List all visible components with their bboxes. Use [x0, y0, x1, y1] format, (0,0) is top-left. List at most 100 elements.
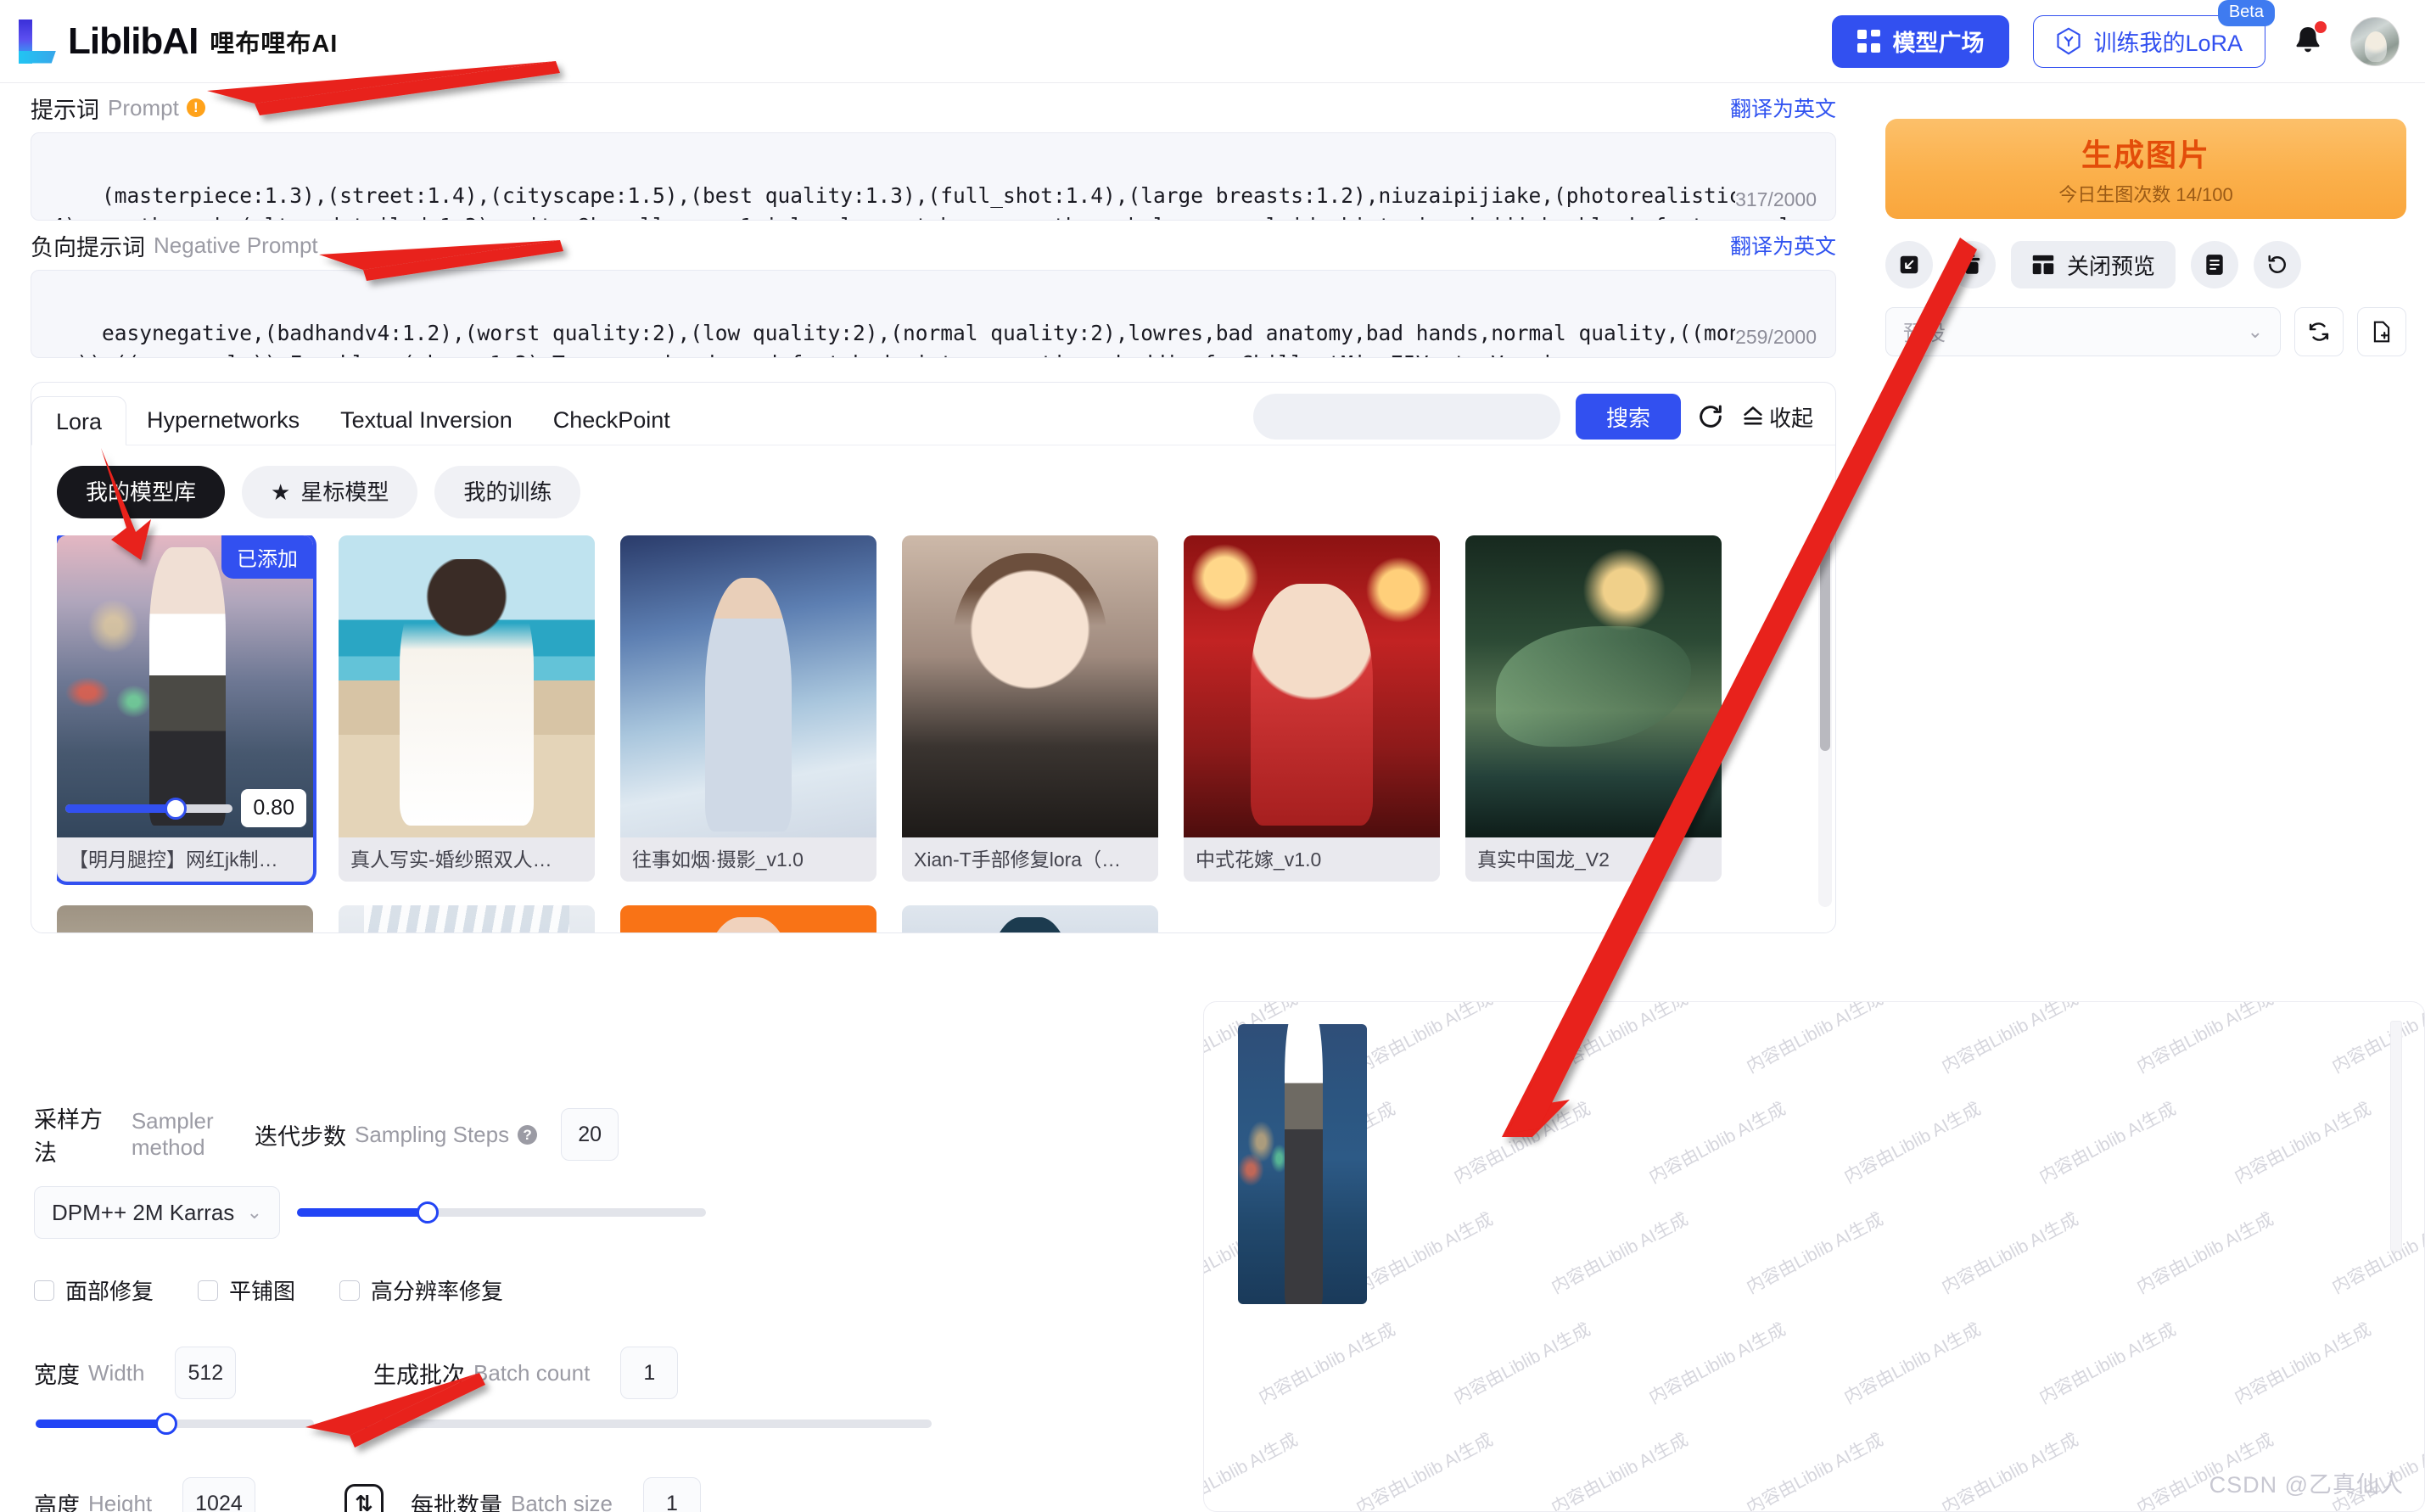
model-tile[interactable] — [902, 905, 1158, 932]
negative-prompt-input[interactable]: easynegative,(badhandv4:1.2),(worst qual… — [31, 270, 1836, 358]
toggle-preview-button[interactable]: 关闭预览 — [2011, 241, 2176, 288]
prompt-label-row: 提示词 Prompt ! 翻译为英文 — [0, 83, 1867, 132]
height-label-row: 高度 Height 1024 — [34, 1477, 339, 1512]
train-lora-button[interactable]: 训练我的LoRA Beta — [2033, 0, 2275, 68]
height-label-en: Height — [88, 1490, 153, 1512]
tab-lora[interactable]: Lora — [31, 396, 127, 445]
help-icon[interactable]: ? — [518, 1124, 538, 1145]
model-thumbnail — [902, 905, 1158, 932]
batch-count-label-row: 生成批次 Batch count 1 — [373, 1347, 679, 1399]
negative-prompt-counter: 259/2000 — [1735, 322, 1817, 352]
new-file-icon — [2373, 321, 2390, 343]
model-thumbnail — [339, 905, 595, 932]
chip-my-models[interactable]: 我的模型库 — [57, 466, 226, 518]
watermark-text: 内容由Liblib AI生成 — [1741, 1206, 1887, 1299]
width-label-row: 宽度 Width 512 — [34, 1347, 339, 1399]
negative-prompt-label-row: 负向提示词 Negative Prompt 翻译为英文 — [0, 221, 1867, 270]
preset-select[interactable]: 预设 ⌄ — [1885, 307, 2281, 356]
prompt-translate-link[interactable]: 翻译为英文 — [1730, 92, 1836, 123]
width-value[interactable]: 512 — [175, 1347, 237, 1399]
checkbox-hires-fix[interactable]: 高分辨率修复 — [339, 1274, 503, 1306]
model-tile[interactable] — [620, 905, 876, 932]
brand-logo[interactable]: LiblibAI 哩布哩布AI — [15, 18, 338, 65]
watermark-text: 内容由Liblib AI生成 — [2034, 1316, 2180, 1409]
chip-my-training[interactable]: 我的训练 — [434, 466, 581, 518]
swap-dimensions-button[interactable]: ⇅ — [344, 1484, 384, 1512]
chip-starred-models[interactable]: ★ 星标模型 — [242, 466, 418, 518]
watermark-text: 内容由Liblib AI生成 — [1353, 1002, 1497, 1078]
chip-my-training-label: 我的训练 — [463, 479, 552, 505]
steps-slider[interactable] — [297, 1201, 706, 1224]
width-label-cn: 宽度 — [34, 1362, 80, 1388]
checkbox-tiling[interactable]: 平铺图 — [198, 1274, 295, 1306]
user-avatar[interactable] — [2350, 16, 2400, 66]
height-value[interactable]: 1024 — [182, 1477, 255, 1512]
model-name: 中式花嫁_v1.0 — [1184, 837, 1440, 882]
watermark-text: 内容由Liblib AI生成 — [1204, 1426, 1302, 1511]
param-checkboxes: 面部修复 平铺图 高分辨率修复 — [34, 1274, 1188, 1306]
preview-toolbar: 关闭预览 — [1885, 241, 2406, 288]
collapse-models-button[interactable]: 收起 — [1740, 401, 1813, 433]
scrollbar-thumb[interactable] — [1820, 539, 1830, 751]
model-tile[interactable] — [339, 905, 595, 932]
lora-weight-value[interactable]: 0.80 — [241, 789, 306, 827]
watermark-text: 内容由Liblib AI生成 — [1351, 1426, 1497, 1511]
steps-value[interactable]: 20 — [561, 1108, 619, 1161]
width-slider[interactable] — [36, 1413, 314, 1435]
batch-size-value[interactable]: 1 — [642, 1477, 701, 1512]
model-market-label: 模型广场 — [1892, 31, 1985, 56]
prompt-text: (masterpiece:1.3),(street:1.4),(cityscap… — [52, 183, 1804, 220]
batch-count-value[interactable]: 1 — [620, 1347, 679, 1399]
toggle-preview-label: 关闭预览 — [2067, 253, 2156, 279]
watermark-text: 内容由Liblib AI生成 — [1936, 1206, 2082, 1299]
model-name: 真人写实-婚纱照双人… — [339, 837, 595, 882]
save-params-button[interactable] — [2191, 241, 2239, 288]
generate-quota: 今日生图次数 14/100 — [2058, 184, 2233, 205]
tab-checkpoint[interactable]: CheckPoint — [533, 395, 691, 445]
prompt-label-cn: 提示词 — [31, 97, 99, 123]
clear-button[interactable] — [1948, 241, 1996, 288]
reset-params-button[interactable] — [2254, 241, 2302, 288]
model-gallery-scrollbar[interactable] — [1818, 534, 1832, 907]
model-gallery[interactable]: 已添加 0.80 【明月腿控】网红jk制… 真人写实-婚纱照双人… 往事如烟·摄影_v1… — [57, 535, 1820, 932]
checkbox-box — [198, 1280, 219, 1301]
model-search-input[interactable] — [1252, 394, 1560, 440]
added-badge: 已添加 — [221, 535, 313, 579]
chevron-down-icon: ⌄ — [2247, 321, 2263, 342]
tab-hypernetworks[interactable]: Hypernetworks — [126, 395, 320, 445]
negative-prompt-translate-link[interactable]: 翻译为英文 — [1730, 230, 1836, 260]
model-tile[interactable]: 已添加 0.80 【明月腿控】网红jk制… — [57, 535, 316, 885]
import-icon — [1900, 255, 1918, 274]
import-params-button[interactable] — [1885, 241, 1933, 288]
batch-count-slider[interactable] — [364, 1413, 932, 1435]
model-tile[interactable] — [57, 905, 313, 932]
lora-weight-slider[interactable] — [65, 797, 233, 820]
model-tile[interactable]: Xian-T手部修复lora（… — [902, 535, 1158, 882]
chevron-down-icon: ⌄ — [246, 1201, 262, 1223]
notifications-button[interactable] — [2289, 20, 2327, 62]
generated-image-thumbnail[interactable] — [1238, 1024, 1367, 1304]
preset-refresh-button[interactable] — [2294, 307, 2344, 356]
model-tile[interactable]: 中式花嫁_v1.0 — [1184, 535, 1440, 882]
model-tile[interactable]: 往事如烟·摄影_v1.0 — [620, 535, 876, 882]
swap-icon: ⇅ — [355, 1491, 373, 1512]
trash-icon — [1963, 254, 1980, 274]
prompt-input[interactable]: (masterpiece:1.3),(street:1.4),(cityscap… — [31, 132, 1836, 221]
checkbox-tiling-label: 平铺图 — [229, 1279, 296, 1304]
preset-new-button[interactable] — [2357, 307, 2406, 356]
model-market-button[interactable]: 模型广场 — [1832, 14, 2010, 68]
model-tile[interactable]: 真人写实-婚纱照双人… — [339, 535, 595, 882]
preview-scrollbar[interactable] — [2390, 1021, 2402, 1252]
checkbox-face-restore[interactable]: 面部修复 — [34, 1274, 154, 1306]
model-name: 【明月腿控】网红jk制… — [57, 837, 313, 882]
generate-image-button[interactable]: 生成图片 今日生图次数 14/100 — [1885, 119, 2406, 219]
model-search-button[interactable]: 搜索 — [1575, 394, 1681, 440]
model-tile[interactable]: 真实中国龙_V2 — [1465, 535, 1722, 882]
sampler-select[interactable]: DPM++ 2M Karras ⌄ — [34, 1186, 280, 1239]
batch-count-label-en: Batch count — [473, 1359, 591, 1386]
watermark-layer: 内容由Liblib AI生成 内容由Liblib AI生成 内容由Liblib AI… — [1204, 1002, 2424, 1511]
sampler-value: DPM++ 2M Karras — [52, 1199, 235, 1225]
refresh-models-button[interactable] — [1696, 402, 1725, 431]
watermark-text: 内容由Liblib AI生成 — [1741, 1426, 1887, 1511]
tab-textual-inversion[interactable]: Textual Inversion — [320, 395, 533, 445]
